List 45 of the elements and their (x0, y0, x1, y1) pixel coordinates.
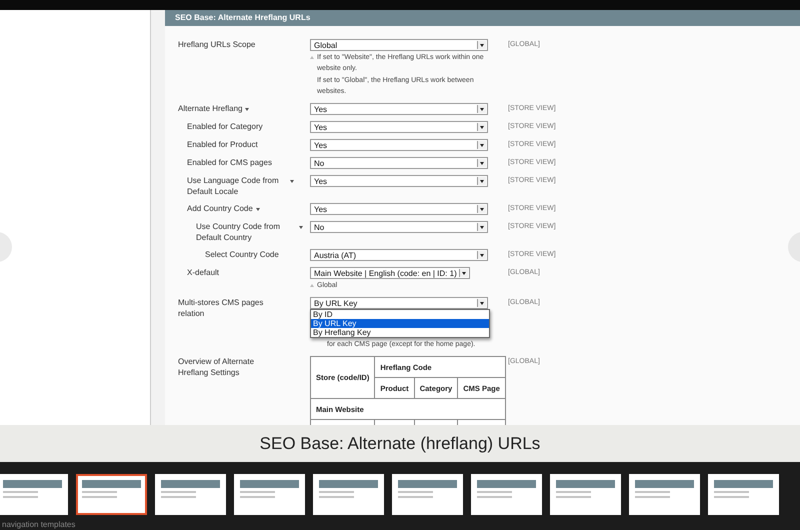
select-field[interactable]: No (310, 157, 488, 169)
caret-icon[interactable] (299, 226, 303, 229)
footer-text: navigation templates (2, 520, 76, 529)
field-label: Select Country Code (205, 249, 279, 260)
select-field[interactable]: Yes (310, 203, 488, 215)
thumbnail[interactable] (629, 474, 700, 515)
note-icon (310, 284, 314, 287)
field-label: Add Country Code (187, 203, 253, 214)
thumbnail[interactable] (550, 474, 621, 515)
select-field[interactable]: By URL Key (310, 297, 488, 309)
thumbnail[interactable] (471, 474, 542, 515)
thumbnail[interactable] (155, 474, 226, 515)
select-field[interactable]: No (310, 221, 488, 233)
field-label: Alternate Hreflang (178, 103, 242, 114)
field-label: Use Language Code from Default Locale (187, 175, 280, 197)
field-label: Enabled for Category (187, 121, 263, 132)
note-icon (310, 56, 314, 59)
dropdown-option[interactable]: By ID (311, 310, 489, 319)
image-caption: SEO Base: Alternate (hreflang) URLs (0, 425, 800, 462)
select-field[interactable]: Main Website | English (code: en | ID: 1) (310, 267, 470, 279)
field-label: Use Country Code from Default Country (196, 221, 282, 243)
section-header: SEO Base: Alternate Hreflang URLs (165, 10, 800, 26)
field-label: Hreflang URLs Scope (178, 39, 256, 50)
thumbnail[interactable] (0, 474, 68, 515)
select-field[interactable]: Yes (310, 175, 488, 187)
field-label: X-default (187, 267, 220, 278)
dropdown-option[interactable]: By Hreflang Key (311, 328, 489, 337)
thumbnail[interactable] (392, 474, 463, 515)
select-field[interactable]: Global (310, 39, 488, 51)
caret-icon[interactable] (256, 208, 260, 211)
field-label: Enabled for Product (187, 139, 258, 150)
thumbnail[interactable] (313, 474, 384, 515)
field-label: Enabled for CMS pages (187, 157, 272, 168)
field-label: Multi-stores CMS pages relation (178, 297, 264, 319)
caret-icon[interactable] (290, 180, 294, 183)
select-field[interactable]: Yes (310, 139, 488, 151)
thumbnail[interactable] (234, 474, 305, 515)
dropdown-option[interactable]: By URL Key (311, 319, 489, 328)
caret-icon[interactable] (245, 108, 250, 111)
select-field[interactable]: Yes (310, 103, 488, 115)
field-label: Overview of Alternate Hreflang Settings (178, 356, 256, 378)
thumbnail[interactable] (708, 474, 779, 515)
thumbnail[interactable] (76, 474, 147, 515)
select-field[interactable]: Austria (AT) (310, 249, 488, 261)
select-field[interactable]: Yes (310, 121, 488, 133)
